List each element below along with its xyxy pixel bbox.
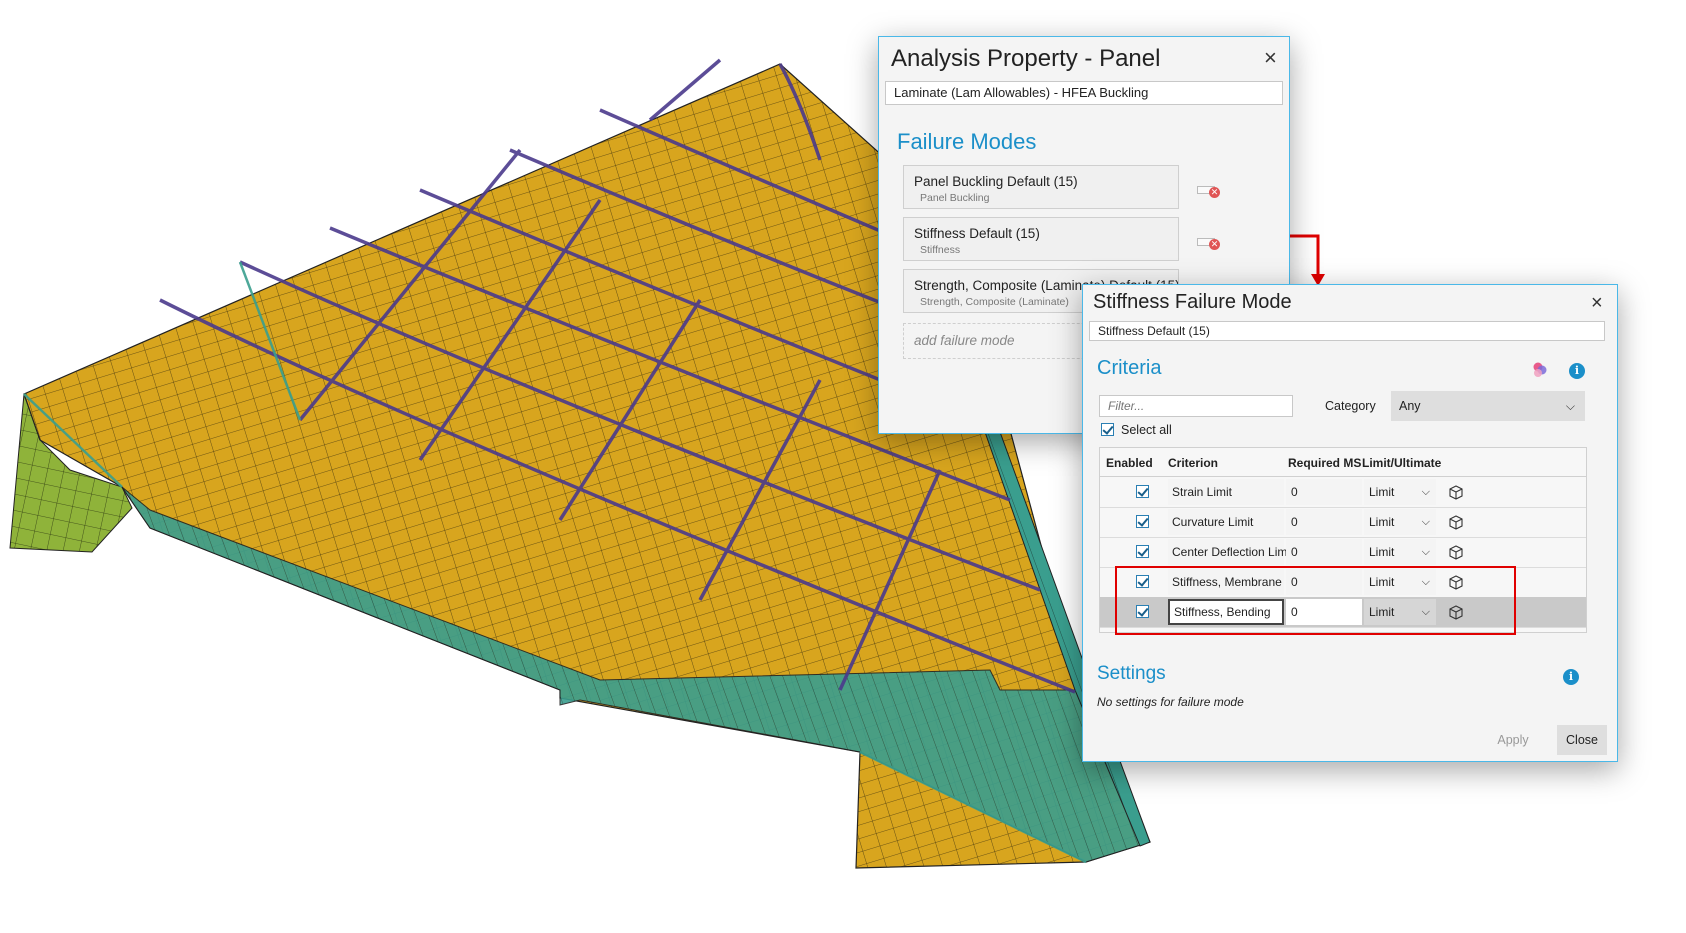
- limit-value: Limit: [1369, 545, 1395, 559]
- select-all-label: Select all: [1121, 423, 1172, 437]
- category-select[interactable]: Any ⌵: [1391, 391, 1585, 421]
- criteria-heading: Criteria: [1097, 357, 1162, 379]
- failure-mode-name: Panel Buckling Default (15): [914, 174, 1078, 189]
- failure-mode-type: Panel Buckling: [920, 192, 990, 204]
- table-row[interactable]: Center Deflection Limit 0 Limit ⌵: [1100, 537, 1586, 568]
- enabled-checkbox[interactable]: [1136, 485, 1149, 498]
- close-icon[interactable]: ×: [1591, 292, 1603, 314]
- failure-mode-type: Stiffness: [920, 244, 961, 256]
- limit-value: Limit: [1369, 485, 1395, 499]
- failure-mode-name: Stiffness Default (15): [914, 226, 1040, 241]
- column-criterion[interactable]: Criterion: [1168, 456, 1218, 470]
- criterion-cell: Center Deflection Limit: [1168, 539, 1293, 565]
- cube-icon[interactable]: [1448, 484, 1464, 500]
- cube-icon[interactable]: [1448, 544, 1464, 560]
- settings-empty-text: No settings for failure mode: [1097, 695, 1244, 709]
- dialog-title: Stiffness Failure Mode: [1093, 291, 1292, 313]
- criterion-cell: Strain Limit: [1168, 479, 1284, 505]
- chevron-down-icon: ⌵: [1421, 486, 1430, 498]
- failure-modes-heading: Failure Modes: [897, 129, 1037, 154]
- category-label: Category: [1325, 399, 1376, 413]
- apply-button[interactable]: Apply: [1487, 725, 1539, 755]
- close-icon[interactable]: ×: [1264, 47, 1277, 69]
- property-name-field[interactable]: Laminate (Lam Allowables) - HFEA Bucklin…: [885, 81, 1283, 105]
- category-value: Any: [1399, 399, 1421, 413]
- select-all-checkbox[interactable]: [1101, 423, 1114, 436]
- failure-mode-name-field[interactable]: Stiffness Default (15): [1089, 321, 1605, 341]
- remove-icon[interactable]: ✕: [1197, 183, 1221, 198]
- enabled-checkbox[interactable]: [1136, 545, 1149, 558]
- cube-icon[interactable]: [1448, 514, 1464, 530]
- stiffness-failure-mode-dialog: Stiffness Failure Mode × Stiffness Defau…: [1082, 284, 1618, 762]
- highlight-box: [1115, 566, 1516, 635]
- table-row[interactable]: Curvature Limit 0 Limit ⌵: [1100, 507, 1586, 538]
- remove-icon[interactable]: ✕: [1197, 235, 1221, 250]
- limit-select[interactable]: Limit ⌵: [1364, 539, 1436, 565]
- settings-heading: Settings: [1097, 663, 1166, 684]
- filter-input[interactable]: [1099, 395, 1293, 417]
- palette-icon[interactable]: [1531, 361, 1549, 379]
- failure-mode-card[interactable]: Panel Buckling Default (15) Panel Buckli…: [903, 165, 1179, 209]
- column-required-ms[interactable]: Required MS: [1288, 456, 1361, 470]
- chevron-down-icon: ⌵: [1565, 399, 1575, 413]
- limit-value: Limit: [1369, 515, 1395, 529]
- close-button[interactable]: Close: [1557, 725, 1607, 755]
- column-limit-ultimate[interactable]: Limit/Ultimate: [1362, 456, 1441, 470]
- info-icon[interactable]: i: [1569, 363, 1585, 379]
- enabled-checkbox[interactable]: [1136, 515, 1149, 528]
- failure-mode-card[interactable]: Stiffness Default (15) Stiffness: [903, 217, 1179, 261]
- column-enabled[interactable]: Enabled: [1106, 456, 1153, 470]
- limit-select[interactable]: Limit ⌵: [1364, 479, 1436, 505]
- chevron-down-icon: ⌵: [1421, 516, 1430, 528]
- info-icon[interactable]: i: [1563, 669, 1579, 685]
- limit-select[interactable]: Limit ⌵: [1364, 509, 1436, 535]
- dialog-title: Analysis Property - Panel: [891, 45, 1161, 72]
- required-ms-cell[interactable]: 0: [1286, 539, 1362, 565]
- criterion-cell: Curvature Limit: [1168, 509, 1284, 535]
- required-ms-cell[interactable]: 0: [1286, 479, 1362, 505]
- table-header: Enabled Criterion Required MS Limit/Ulti…: [1100, 448, 1586, 477]
- table-row[interactable]: Strain Limit 0 Limit ⌵: [1100, 477, 1586, 508]
- required-ms-cell[interactable]: 0: [1286, 509, 1362, 535]
- chevron-down-icon: ⌵: [1421, 546, 1430, 558]
